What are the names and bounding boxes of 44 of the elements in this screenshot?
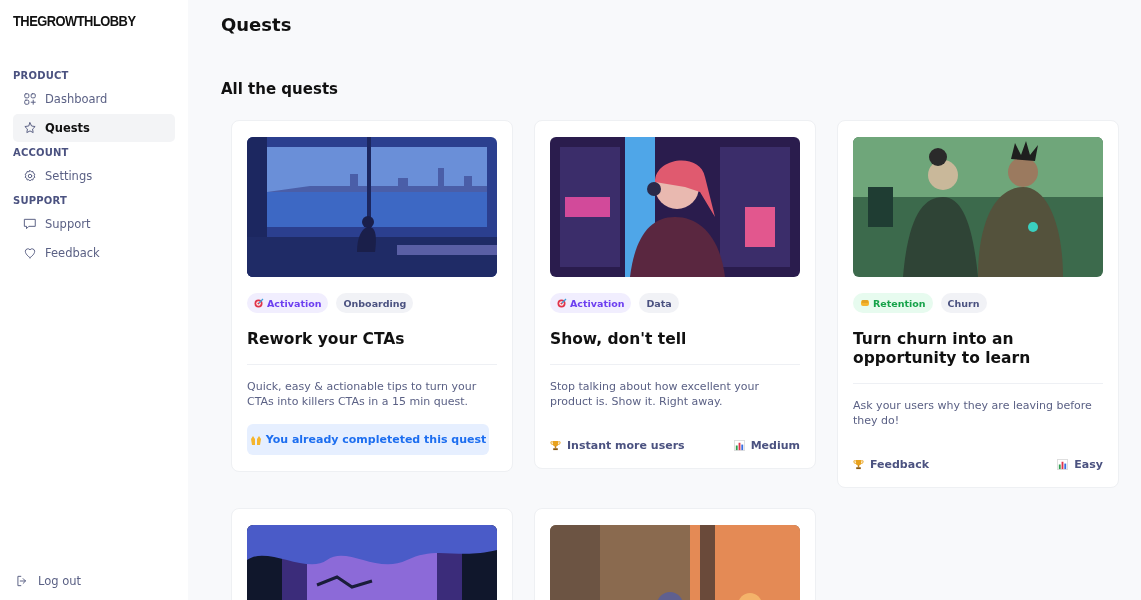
page-title: Quests (221, 14, 293, 35)
quest-title: Rework your CTAs (247, 330, 497, 365)
tag: Retention (853, 293, 933, 313)
quest-card[interactable]: Activation Onboarding Rework your CTAs Quick, easy & actionable tips to turn your CTAs into killers CTAs in a 15 min quest. You already completeted this quest (231, 120, 513, 472)
quest-card[interactable]: Activation Data Show, don't tell Stop talking about how excellent your product is. Show it. Right away. Instant more users Medium (534, 120, 816, 469)
heart-icon (23, 246, 37, 260)
speech-bubble-icon (23, 217, 37, 231)
nav-item[interactable]: Settings (13, 162, 175, 190)
section-label: ACCOUNT (13, 147, 70, 158)
quest-description: Ask your users why they are leaving before they do! (853, 398, 1093, 428)
logout-link[interactable]: Log out (13, 574, 175, 588)
star-icon (23, 121, 37, 135)
trophy-icon (853, 459, 864, 470)
reward-label: Feedback (853, 458, 929, 471)
completed-banner: You already completeted this quest (247, 424, 489, 455)
section-title: All the quests (221, 80, 339, 98)
logo: THEGROWTHLOBBY (13, 12, 137, 29)
nav-item[interactable]: Support (13, 210, 175, 238)
nav-item[interactable]: Dashboard (13, 85, 175, 113)
quest-description: Stop talking about how excellent your product is. Show it. Right away. (550, 379, 761, 409)
bar-chart-icon (1057, 459, 1069, 470)
nav-item[interactable]: Quests (13, 114, 175, 142)
trophy-icon (550, 440, 561, 451)
tag: Churn (940, 293, 987, 313)
difficulty-label: Easy (1057, 458, 1103, 471)
quest-title: Show, don't tell (550, 330, 800, 365)
section-label: PRODUCT (13, 70, 70, 81)
bar-chart-icon (733, 440, 745, 451)
tag: Activation (550, 293, 632, 313)
reward-label: Instant more users (550, 439, 685, 452)
settings-icon (23, 169, 37, 183)
target-icon (254, 298, 264, 308)
quest-title: Turn churn into an opportunity to learn (853, 330, 1103, 384)
logout-icon (15, 574, 29, 588)
difficulty-label: Medium (733, 439, 800, 452)
quest-description: Quick, easy & actionable tips to turn your CTAs into killers CTAs in a 15 min quest. (247, 379, 478, 409)
quest-card[interactable]: Retention Churn Turn churn into an opportunity to learn Ask your users why they are leaving before they do! Feedback Easy (837, 120, 1119, 488)
target-icon (557, 298, 567, 308)
tag: Onboarding (336, 293, 414, 313)
tag: Data (639, 293, 679, 313)
nav-item[interactable]: Feedback (13, 239, 175, 267)
tag: Activation (247, 293, 329, 313)
section-label: SUPPORT (13, 195, 68, 206)
dashboard-icon (23, 92, 37, 106)
